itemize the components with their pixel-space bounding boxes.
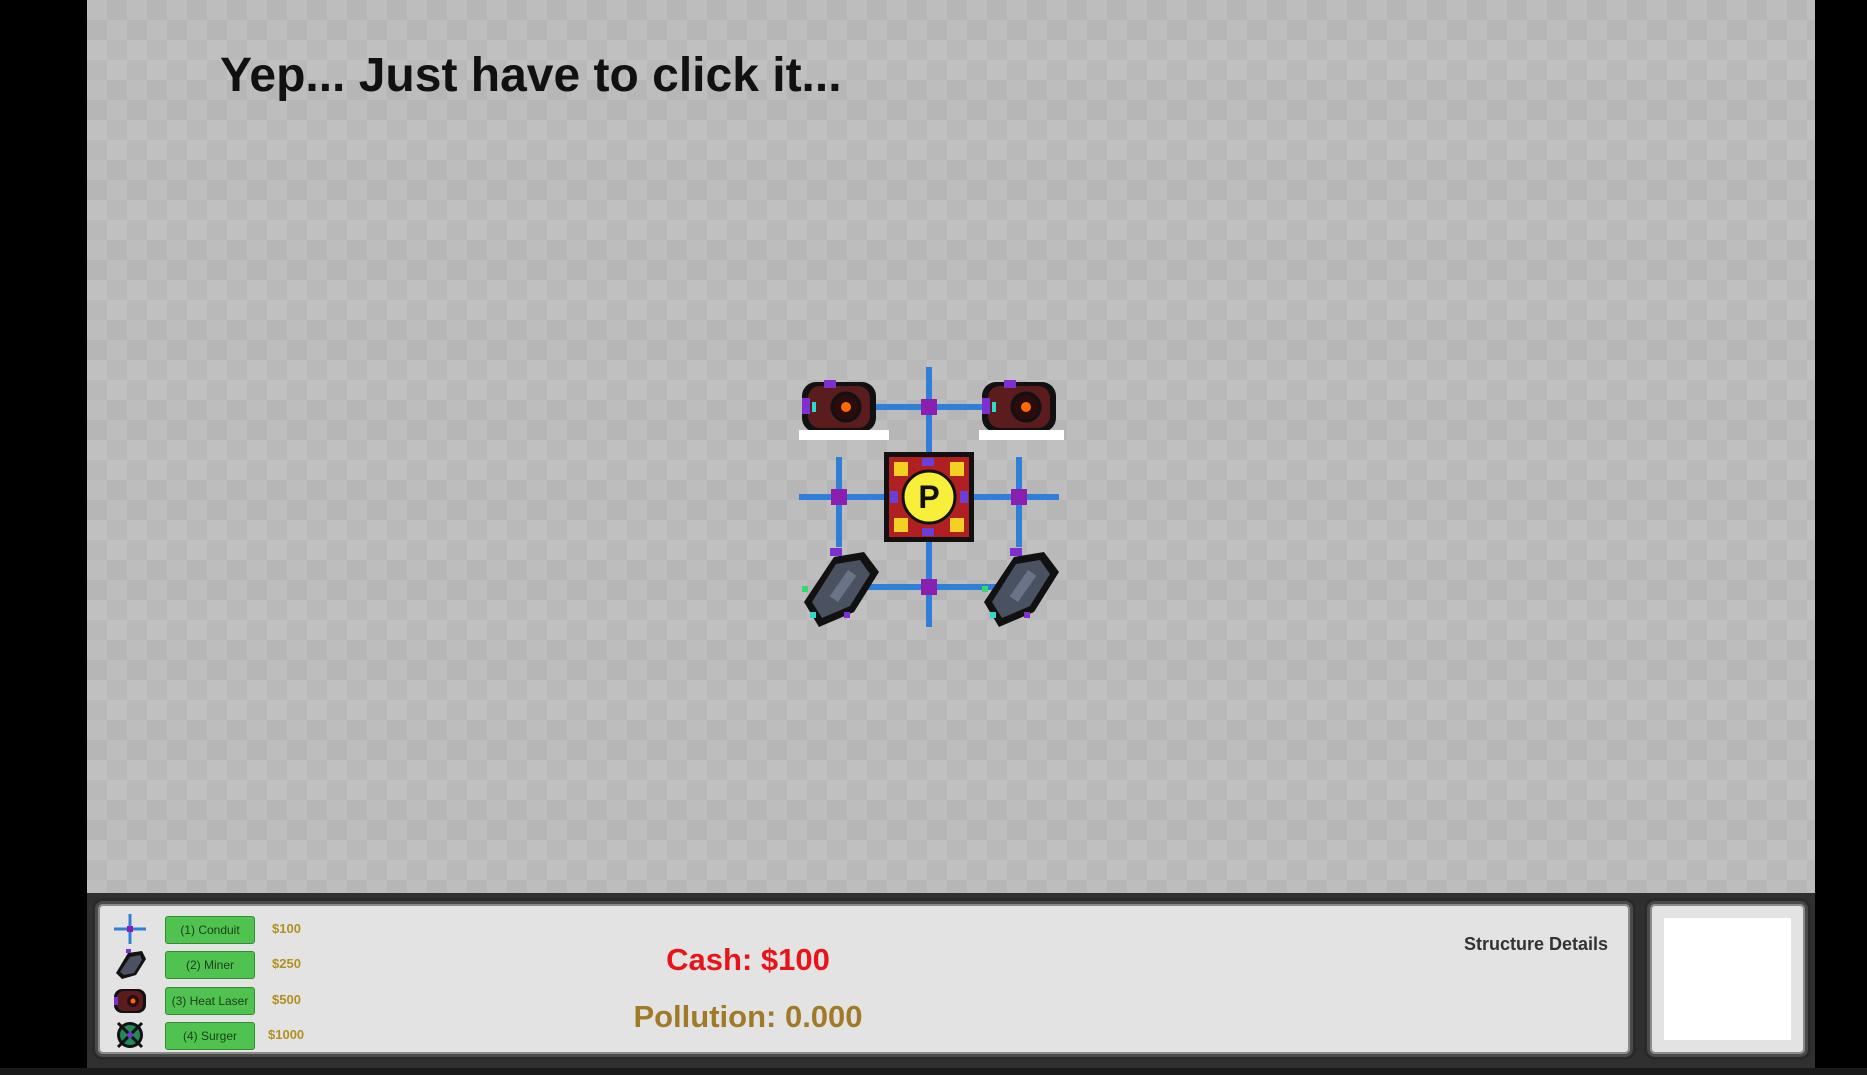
build-conduit-button[interactable]: (1) Conduit <box>165 916 255 944</box>
build-option-heat-laser: (3) Heat Laser $500 <box>110 983 340 1017</box>
build-miner-button[interactable]: (2) Miner <box>165 951 255 979</box>
build-option-miner: (2) Miner $250 <box>110 947 340 981</box>
build-option-surger: (4) Surger $1000 <box>110 1018 340 1052</box>
heat-laser-price: $500 <box>272 992 301 1007</box>
heat-laser-icon <box>114 989 146 1013</box>
svg-text:P: P <box>918 479 939 515</box>
surger-icon <box>116 1021 144 1049</box>
junction-node <box>921 399 937 415</box>
miner-icon <box>116 949 146 979</box>
game-field[interactable]: Yep... Just have to click it... P <box>87 0 1815 893</box>
taskbar-strip <box>0 1068 1867 1075</box>
build-heat-laser-button[interactable]: (3) Heat Laser <box>165 987 255 1015</box>
structure-grid[interactable]: P <box>794 362 1064 632</box>
game-window: Yep... Just have to click it... P (1) Co… <box>87 0 1815 1075</box>
build-option-conduit: (1) Conduit $100 <box>110 912 340 946</box>
hud-bar: (1) Conduit $100 (2) Miner $250 (3) Heat… <box>87 893 1815 1068</box>
conduit-price: $100 <box>272 921 301 936</box>
heat-laser-structure[interactable] <box>979 380 1064 440</box>
power-core-structure[interactable]: P <box>884 452 974 542</box>
miner-price: $250 <box>272 956 301 971</box>
pollution-readout: Pollution: 0.000 <box>633 999 863 1034</box>
structure-preview-box <box>1664 918 1791 1040</box>
junction-node <box>831 489 847 505</box>
miner-structure[interactable] <box>802 548 879 627</box>
structure-details-label: Structure Details <box>1463 934 1608 954</box>
junction-node <box>1011 489 1027 505</box>
heat-laser-structure[interactable] <box>799 380 889 440</box>
cash-readout: Cash: $100 <box>666 942 830 977</box>
junction-node <box>921 579 937 595</box>
conduit-icon <box>114 914 146 944</box>
build-panel: (1) Conduit $100 (2) Miner $250 (3) Heat… <box>95 901 1633 1057</box>
tutorial-text: Yep... Just have to click it... <box>220 49 842 102</box>
surger-price: $1000 <box>268 1027 305 1042</box>
build-surger-button[interactable]: (4) Surger <box>165 1022 255 1050</box>
structure-preview-panel <box>1647 901 1808 1057</box>
